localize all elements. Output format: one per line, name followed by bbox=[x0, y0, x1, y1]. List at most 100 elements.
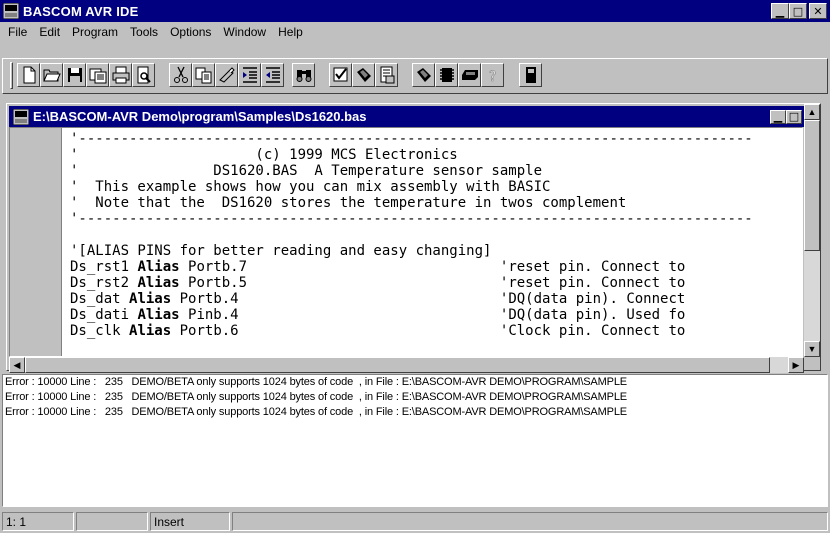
editor-titlebar[interactable]: E:\BASCOM-AVR Demo\program\Samples\Ds162… bbox=[9, 106, 804, 127]
code-text[interactable]: '---------------------------------------… bbox=[70, 131, 802, 339]
simulate-button[interactable] bbox=[435, 63, 458, 87]
error-line[interactable]: Error : 10000 Line : 235 DEMO/BETA only … bbox=[3, 390, 827, 405]
menu-options[interactable]: Options bbox=[164, 25, 217, 39]
code-line[interactable]: '---------------------------------------… bbox=[70, 131, 802, 147]
maximize-button[interactable]: □ bbox=[789, 3, 807, 19]
vertical-scrollbar[interactable]: ▲ ▼ bbox=[804, 104, 820, 357]
code-line[interactable] bbox=[70, 227, 802, 243]
code-line[interactable]: Ds_rst2 Alias Portb.5 'reset pin. Connec… bbox=[70, 275, 802, 291]
code-line[interactable]: Ds_dati Alias Pinb.4 'DQ(data pin). Used… bbox=[70, 307, 802, 323]
code-keyword: Alias bbox=[137, 275, 180, 291]
cut-button[interactable] bbox=[169, 63, 192, 87]
code-line[interactable]: Ds_dat Alias Portb.4 'DQ(data pin). Conn… bbox=[70, 291, 802, 307]
save-as-button[interactable] bbox=[86, 63, 109, 87]
unindent-button[interactable] bbox=[261, 63, 284, 87]
terminal-icon bbox=[461, 70, 478, 80]
new-file-button[interactable] bbox=[17, 63, 40, 87]
scroll-down-button[interactable]: ▼ bbox=[804, 341, 820, 357]
code-segment: Pinb.4 'DQ(data pin). Used fo bbox=[179, 307, 686, 323]
cursor-position: 1: 1 bbox=[2, 512, 74, 531]
code-segment: ' This example shows how you can mix ass… bbox=[70, 179, 551, 195]
menu-program[interactable]: Program bbox=[66, 25, 124, 39]
simulate-icon bbox=[439, 68, 454, 82]
print-button[interactable] bbox=[109, 63, 132, 87]
compile-result-button[interactable] bbox=[375, 63, 398, 87]
code-segment: ' Note that the DS1620 stores the temper… bbox=[70, 195, 627, 211]
copy-button[interactable] bbox=[192, 63, 215, 87]
paste-button[interactable] bbox=[215, 63, 238, 87]
code-segment: Portb.7 'reset pin. Connect to bbox=[179, 259, 686, 275]
arrow-right-icon: ▶ bbox=[792, 359, 800, 370]
toolbar-grip[interactable] bbox=[10, 62, 13, 89]
syntax-check-button[interactable] bbox=[329, 63, 352, 87]
status-bar: 1: 1 Insert bbox=[0, 510, 830, 533]
editor-window: E:\BASCOM-AVR Demo\program\Samples\Ds162… bbox=[6, 103, 821, 373]
minimize-button[interactable]: ▁ bbox=[771, 3, 789, 19]
horizontal-scrollbar[interactable]: ◀ ▶ bbox=[9, 357, 804, 373]
editor-gutter[interactable] bbox=[10, 128, 62, 356]
code-segment: Ds_dat bbox=[70, 291, 130, 307]
code-line[interactable]: '---------------------------------------… bbox=[70, 211, 802, 227]
bascom-doc-icon bbox=[13, 108, 29, 125]
code-line[interactable]: ' This example shows how you can mix ass… bbox=[70, 179, 802, 195]
bascom-app-icon bbox=[3, 3, 19, 19]
find-icon bbox=[296, 70, 311, 82]
app-title: BASCOM AVR IDE bbox=[23, 3, 139, 19]
code-segment: '---------------------------------------… bbox=[70, 211, 753, 227]
code-keyword: Alias bbox=[137, 259, 180, 275]
find-button[interactable] bbox=[292, 63, 315, 87]
code-keyword: Alias bbox=[129, 291, 172, 307]
scroll-right-button[interactable]: ▶ bbox=[788, 357, 804, 373]
scroll-left-button[interactable]: ◀ bbox=[9, 357, 25, 373]
arrow-up-icon: ▲ bbox=[807, 107, 817, 117]
menu-tools[interactable]: Tools bbox=[124, 25, 164, 39]
horizontal-scroll-thumb[interactable] bbox=[25, 357, 770, 373]
doc-maximize-button[interactable]: □ bbox=[786, 109, 802, 124]
vertical-scroll-thumb[interactable] bbox=[804, 120, 820, 251]
code-line[interactable]: ' DS1620.BAS A Temperature sensor sample bbox=[70, 163, 802, 179]
code-segment: Ds_rst1 bbox=[70, 259, 138, 275]
menu-edit[interactable]: Edit bbox=[33, 25, 66, 39]
help-icon: ? bbox=[488, 69, 496, 84]
arrow-down-icon: ▼ bbox=[807, 344, 817, 354]
code-segment: Ds_clk bbox=[70, 323, 130, 339]
syntax-check-icon bbox=[333, 67, 347, 82]
unindent-icon bbox=[265, 67, 280, 83]
error-line[interactable]: Error : 10000 Line : 235 DEMO/BETA only … bbox=[3, 405, 827, 420]
doc-minimize-button[interactable]: ▁ bbox=[770, 109, 786, 124]
code-line[interactable]: '[ALIAS PINS for better reading and easy… bbox=[70, 243, 802, 259]
save-button[interactable] bbox=[63, 63, 86, 87]
menu-help[interactable]: Help bbox=[272, 25, 309, 39]
compile-button[interactable] bbox=[352, 63, 375, 87]
menu-file[interactable]: File bbox=[2, 25, 33, 39]
insert-mode: Insert bbox=[150, 512, 230, 531]
code-line[interactable]: ' (c) 1999 MCS Electronics bbox=[70, 147, 802, 163]
code-segment: Portb.6 'Clock pin. Connect to bbox=[171, 323, 686, 339]
lcd-designer-button[interactable] bbox=[519, 63, 542, 87]
indent-icon bbox=[242, 67, 257, 83]
open-file-button[interactable] bbox=[40, 63, 63, 87]
terminal-button[interactable] bbox=[458, 63, 481, 87]
new-file-icon bbox=[23, 66, 35, 84]
code-line[interactable]: Ds_clk Alias Portb.6 'Clock pin. Connect… bbox=[70, 323, 802, 339]
menu-window[interactable]: Window bbox=[217, 25, 272, 39]
code-editor[interactable]: '---------------------------------------… bbox=[9, 127, 803, 357]
minimize-icon: ▁ bbox=[773, 110, 783, 123]
scroll-up-button[interactable]: ▲ bbox=[804, 104, 820, 120]
app-titlebar[interactable]: BASCOM AVR IDE ▁ □ ✕ bbox=[0, 0, 830, 22]
svg-text:?: ? bbox=[489, 69, 496, 84]
minimize-icon: ▁ bbox=[775, 4, 785, 18]
close-button[interactable]: ✕ bbox=[809, 3, 827, 19]
code-segment: Portb.5 'reset pin. Connect to bbox=[179, 275, 686, 291]
code-keyword: Alias bbox=[137, 307, 180, 323]
help-button[interactable]: ? bbox=[481, 63, 504, 87]
program-chip-button[interactable] bbox=[412, 63, 435, 87]
print-preview-button[interactable] bbox=[132, 63, 155, 87]
code-line[interactable]: Ds_rst1 Alias Portb.7 'reset pin. Connec… bbox=[70, 259, 802, 275]
error-line[interactable]: Error : 10000 Line : 235 DEMO/BETA only … bbox=[3, 375, 827, 390]
code-segment: '---------------------------------------… bbox=[70, 131, 753, 147]
code-line[interactable]: ' Note that the DS1620 stores the temper… bbox=[70, 195, 802, 211]
error-list[interactable]: Error : 10000 Line : 235 DEMO/BETA only … bbox=[2, 374, 828, 507]
cut-icon bbox=[173, 66, 188, 83]
indent-button[interactable] bbox=[238, 63, 261, 87]
